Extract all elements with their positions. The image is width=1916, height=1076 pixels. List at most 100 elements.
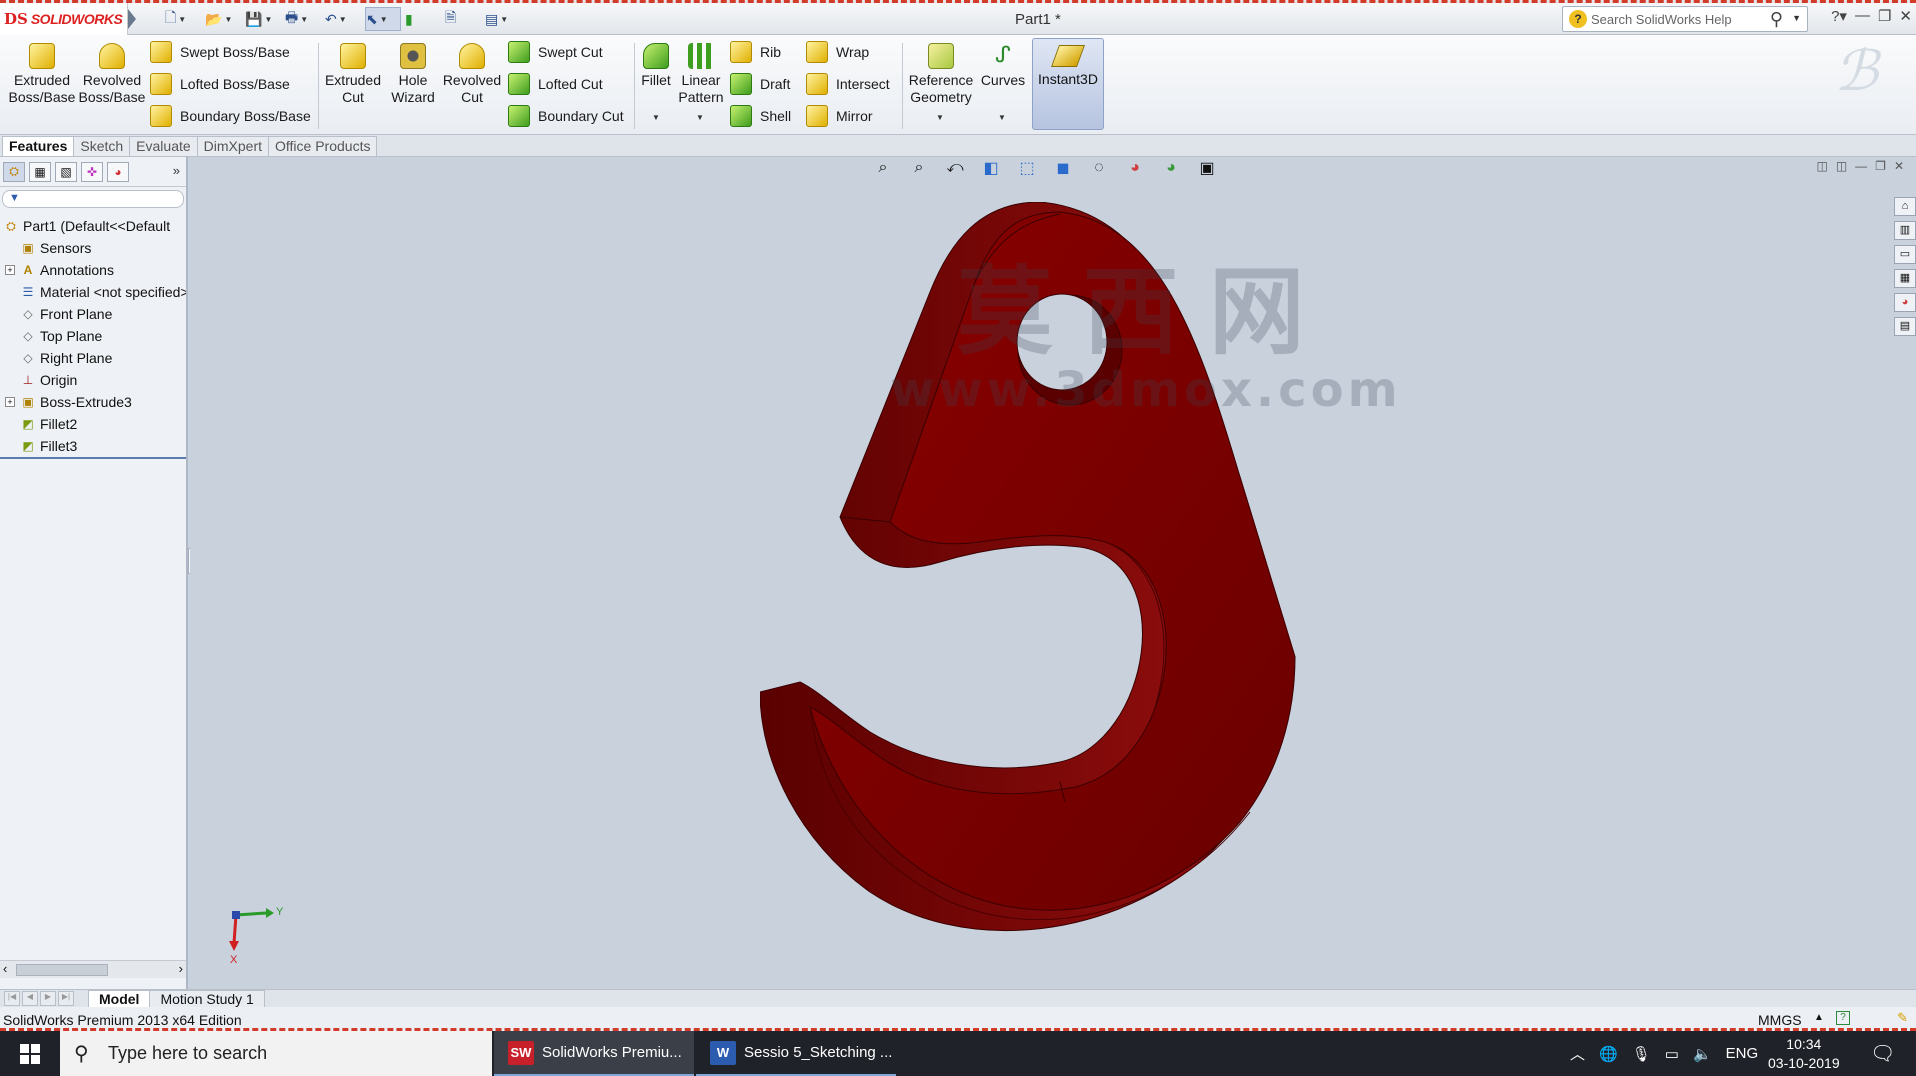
tree-item-origin[interactable]: ⊥ Origin xyxy=(0,369,186,391)
chevron-down-icon[interactable]: ▼ xyxy=(300,15,308,24)
chevron-down-icon[interactable]: ▼ xyxy=(339,15,347,24)
zoom-to-area-icon[interactable]: ⌕ xyxy=(906,157,932,179)
solidworks-resources-icon[interactable]: ⌂ xyxy=(1894,197,1916,216)
extruded-boss-button[interactable]: Extruded Boss/Base xyxy=(8,43,76,106)
new-document-button[interactable]: 🗋 ▼ xyxy=(165,7,201,31)
graphics-area[interactable]: ⌕ ⌕ ⤺ ◧ ⬚ ◼ ◌ ◕ ◕ ▣ ◫ ◫ — ❐ ✕ ⌂ ▥ ▭ ▦ ◕ … xyxy=(190,157,1916,989)
tree-item-boss-extrude3[interactable]: + ▣ Boss-Extrude3 xyxy=(0,391,186,413)
more-tabs-chevron-icon[interactable]: » xyxy=(173,163,180,178)
search-icon[interactable]: ⚲ xyxy=(1770,9,1783,30)
tree-item-fillet3[interactable]: ◩ Fillet3 xyxy=(0,435,186,457)
wrap-button[interactable]: Wrap xyxy=(806,39,869,65)
search-help-input[interactable]: ? Search SolidWorks Help ⚲ ▼ xyxy=(1562,6,1808,32)
tree-filter-input[interactable]: ▼ xyxy=(2,190,184,208)
taskbar-app-solidworks[interactable]: SW SolidWorks Premiu... xyxy=(494,1031,694,1076)
reference-geometry-button[interactable]: Reference Geometry xyxy=(906,43,976,106)
chevron-down-icon[interactable]: ▼ xyxy=(500,15,508,24)
expand-plus-icon[interactable]: + xyxy=(5,265,15,275)
rib-button[interactable]: Rib xyxy=(730,39,781,65)
solidworks-logo[interactable]: DS SOLIDWORKS xyxy=(0,3,128,35)
hide-show-items-icon[interactable]: ◌ xyxy=(1086,157,1112,179)
show-hidden-icons-icon[interactable]: ︿ xyxy=(1570,1043,1585,1064)
view-settings-icon[interactable]: ▣ xyxy=(1194,157,1220,179)
chevron-down-icon[interactable]: ▼ xyxy=(696,113,704,122)
taskbar-app-word[interactable]: W Sessio 5_Sketching ... xyxy=(696,1031,896,1076)
language-indicator[interactable]: ENG xyxy=(1726,1045,1759,1062)
close-icon[interactable]: ✕ xyxy=(1899,7,1912,25)
tree-item-front-plane[interactable]: ◇ Front Plane xyxy=(0,303,186,325)
prev-tab-icon[interactable]: ◀ xyxy=(22,991,38,1006)
scroll-right-icon[interactable]: › xyxy=(179,961,183,976)
tab-office-products[interactable]: Office Products xyxy=(268,136,378,156)
quick-tips-icon[interactable]: ? xyxy=(1836,1011,1850,1025)
split-view-icon[interactable]: ◫ xyxy=(1816,159,1827,173)
taskbar-search-input[interactable]: ⚲ Type here to search xyxy=(60,1031,492,1076)
file-explorer-icon[interactable]: ▭ xyxy=(1894,245,1916,264)
open-document-button[interactable]: 📂 ▼ xyxy=(205,7,241,31)
rebuild-button[interactable]: ▮ xyxy=(405,7,441,31)
next-tab-icon[interactable]: ▶ xyxy=(40,991,56,1006)
section-view-icon[interactable]: ◧ xyxy=(978,157,1004,179)
select-button[interactable]: ⬉ ▼ xyxy=(365,7,401,31)
display-style-icon[interactable]: ◼ xyxy=(1050,157,1076,179)
restore-icon[interactable]: ❐ xyxy=(1878,7,1891,25)
apply-scene-icon[interactable]: ◕ xyxy=(1158,157,1184,179)
tab-dimxpert[interactable]: DimXpert xyxy=(196,136,270,156)
expand-plus-icon[interactable]: + xyxy=(5,397,15,407)
tree-item-sensors[interactable]: ▣ Sensors xyxy=(0,237,186,259)
tab-evaluate[interactable]: Evaluate xyxy=(129,136,198,156)
swept-boss-button[interactable]: Swept Boss/Base xyxy=(150,39,290,65)
save-button[interactable]: 💾 ▼ xyxy=(245,7,281,31)
tree-item-top-plane[interactable]: ◇ Top Plane xyxy=(0,325,186,347)
unit-system[interactable]: MMGS xyxy=(1758,1012,1802,1028)
file-properties-button[interactable]: 🗎 xyxy=(445,7,481,31)
feature-manager-tab-icon[interactable]: ⛭ xyxy=(3,161,25,182)
chevron-down-icon[interactable]: ▼ xyxy=(224,15,232,24)
tab-features[interactable]: Features xyxy=(2,136,75,156)
edit-appearance-icon[interactable]: ◕ xyxy=(1122,157,1148,179)
previous-view-icon[interactable]: ⤺ xyxy=(942,157,968,179)
custom-properties-icon[interactable]: ▤ xyxy=(1894,317,1916,336)
mirror-button[interactable]: Mirror xyxy=(806,103,873,129)
tree-item-right-plane[interactable]: ◇ Right Plane xyxy=(0,347,186,369)
lofted-cut-button[interactable]: Lofted Cut xyxy=(508,71,603,97)
close-icon[interactable]: ✕ xyxy=(1894,159,1904,173)
minimize-icon[interactable]: — xyxy=(1855,7,1870,25)
lofted-boss-button[interactable]: Lofted Boss/Base xyxy=(150,71,290,97)
chevron-down-icon[interactable]: ▼ xyxy=(936,113,944,122)
microphone-icon[interactable]: 🎙 xyxy=(1632,1045,1651,1063)
display-manager-tab-icon[interactable]: ◕ xyxy=(107,161,129,182)
scroll-thumb[interactable] xyxy=(16,964,108,976)
battery-icon[interactable]: ▭ xyxy=(1665,1045,1679,1063)
chevron-down-icon[interactable]: ▼ xyxy=(380,15,388,24)
intersect-button[interactable]: Intersect xyxy=(806,71,890,97)
print-button[interactable]: 🖶 ▼ xyxy=(285,7,321,31)
extruded-cut-button[interactable]: Extruded Cut xyxy=(320,43,386,106)
instant3d-button[interactable]: Instant3D xyxy=(1032,38,1104,130)
network-globe-icon[interactable]: 🌐 xyxy=(1599,1045,1618,1063)
revolved-cut-button[interactable]: Revolved Cut xyxy=(440,43,504,106)
zoom-to-fit-icon[interactable]: ⌕ xyxy=(870,157,896,179)
swept-cut-button[interactable]: Swept Cut xyxy=(508,39,603,65)
tree-item-fillet2[interactable]: ◩ Fillet2 xyxy=(0,413,186,435)
linear-pattern-button[interactable]: Linear Pattern xyxy=(674,43,728,106)
last-tab-icon[interactable]: ▶| xyxy=(58,991,74,1006)
hole-wizard-button[interactable]: Hole Wizard xyxy=(386,43,440,106)
boundary-cut-button[interactable]: Boundary Cut xyxy=(508,103,624,129)
dimxpert-manager-tab-icon[interactable]: ✜ xyxy=(81,161,103,182)
property-manager-tab-icon[interactable]: ▦ xyxy=(29,161,51,182)
minimize-icon[interactable]: — xyxy=(1855,159,1867,173)
tree-item-annotations[interactable]: + A Annotations xyxy=(0,259,186,281)
shell-button[interactable]: Shell xyxy=(730,103,791,129)
configuration-manager-tab-icon[interactable]: ▧ xyxy=(55,161,77,182)
scroll-left-icon[interactable]: ‹ xyxy=(3,961,7,976)
volume-icon[interactable]: 🔈 xyxy=(1693,1045,1712,1063)
taskbar-clock[interactable]: 10:34 03-10-2019 xyxy=(1768,1035,1840,1073)
appearances-icon[interactable]: ◕ xyxy=(1894,293,1916,312)
fillet-button[interactable]: Fillet xyxy=(638,43,674,89)
menu-expand-arrow-icon[interactable] xyxy=(128,9,136,29)
draft-button[interactable]: Draft xyxy=(730,71,790,97)
chevron-down-icon[interactable]: ▼ xyxy=(1792,13,1801,23)
start-button[interactable] xyxy=(0,1031,60,1076)
chevron-down-icon[interactable]: ▼ xyxy=(652,113,660,122)
